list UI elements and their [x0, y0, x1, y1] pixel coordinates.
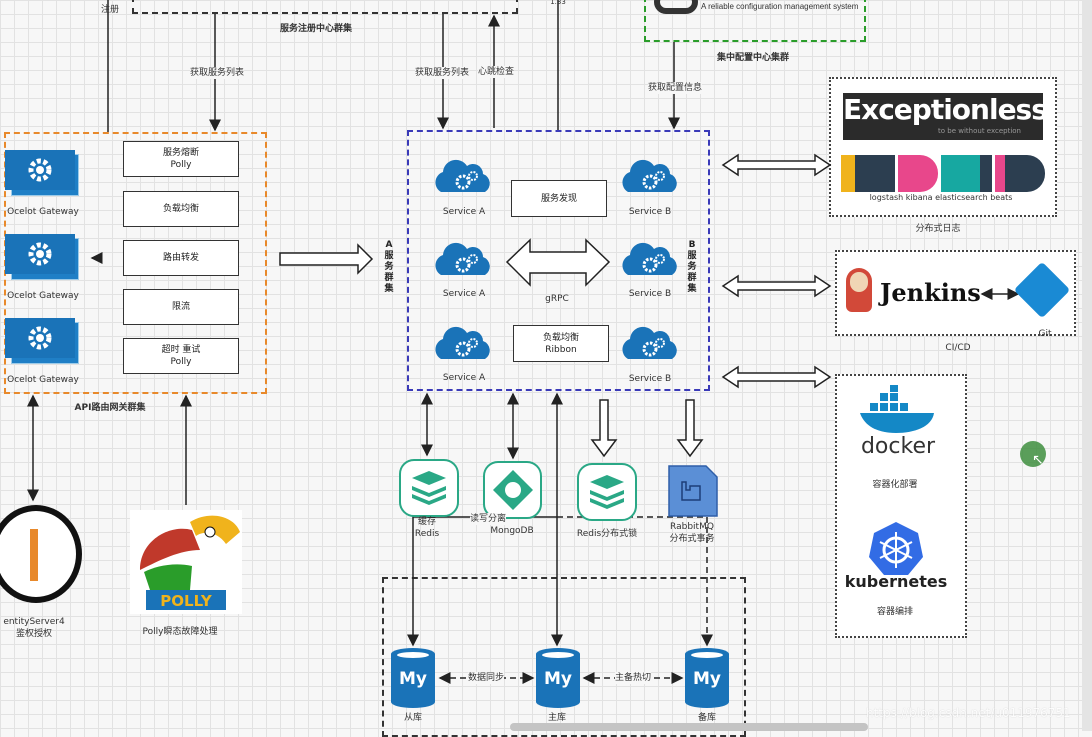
redis-cache-icon — [399, 459, 459, 517]
watermark: https://blog.csdn.net/u011976751 — [866, 706, 1071, 720]
horizontal-scrollbar[interactable] — [510, 723, 868, 731]
svg-text:POLLY: POLLY — [160, 592, 213, 610]
vertical-scrollbar[interactable] — [1082, 0, 1092, 731]
mongodb-label: MongoDB — [490, 526, 534, 536]
data-sync-label: 数据同步 — [467, 672, 505, 684]
mysql-logo: My — [693, 669, 721, 689]
failover-label: 主备热切 — [614, 672, 652, 684]
mouse-pointer-icon: ↖ — [1032, 452, 1044, 468]
cache-label: 缓存 Redis — [414, 517, 440, 539]
redis-lock-label: Redis分布式锁 — [576, 529, 638, 539]
rw-split-label: 读写分离 — [469, 513, 507, 525]
slave-db-label: 从库 — [403, 713, 423, 723]
rabbitmq-icon — [668, 465, 718, 517]
mongodb-icon — [483, 461, 542, 519]
polly-label: Polly瞬态故障处理 — [142, 627, 218, 637]
identityserver-label: entityServer4 鉴权授权 — [3, 617, 65, 639]
redis-lock-icon — [577, 463, 637, 521]
mysql-logo: My — [544, 669, 572, 689]
rabbitmq-label: RabbitMQ 分布式事务 — [669, 522, 715, 544]
middleware-icons — [391, 459, 729, 708]
mysql-logo: My — [399, 669, 427, 689]
polly-parrot-logo: POLLY — [130, 510, 242, 614]
